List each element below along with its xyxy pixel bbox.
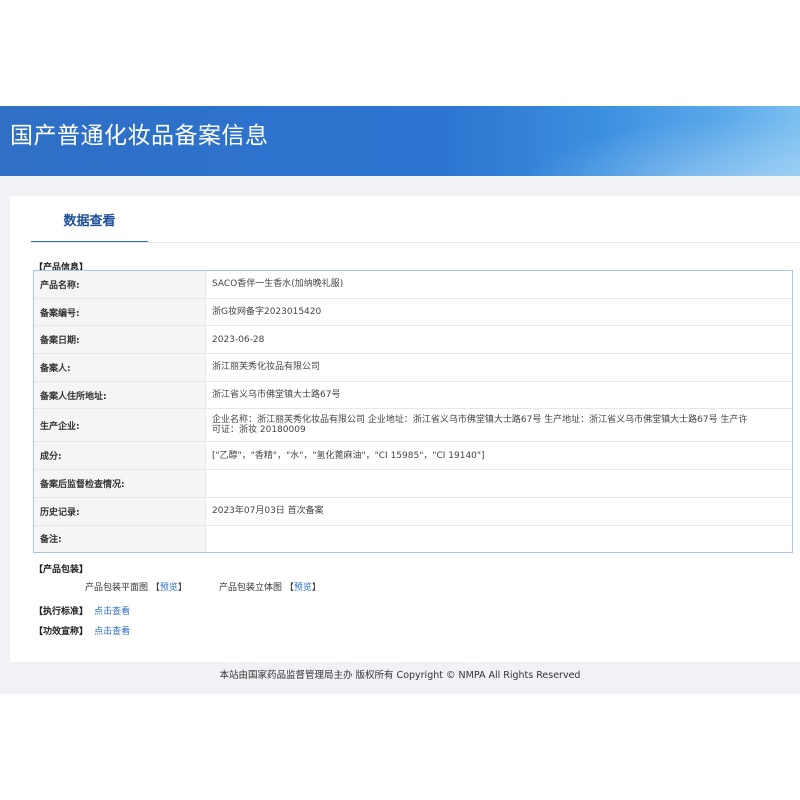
field-label: 产品名称: [34,271,206,298]
field-label: 历史记录: [34,497,206,525]
efficacy-heading: 【功效宣称】 点击查看 [34,624,130,637]
field-label: 备案人: [34,354,206,381]
field-value: 浙G妆网备字2023015420 [212,307,322,318]
table-row: 历史记录: 2023年07月03日 首次备案 [34,497,792,526]
field-label: 成分: [34,442,206,470]
field-value: SACO香伴一生香水(加纳晚礼服) [212,279,344,290]
bracket-open: 【 [150,583,160,593]
field-value: 2023年07月03日 首次备案 [212,506,324,517]
flat-package-label: 产品包装平面图 [85,583,149,593]
main-panel: 数据查看 【产品信息】 产品名称: SACO香伴一生香水(加纳晚礼服) 备案编号… [10,196,800,662]
field-label: 备案后监督检查情况: [34,470,206,497]
field-value: 2023-06-28 [212,334,265,345]
table-row: 备案日期: 2023-06-28 [34,326,792,355]
bracket-open: 【 [284,583,294,593]
field-label: 备案人住所地址: [34,381,206,409]
field-label: 备案日期: [34,326,206,354]
tab-divider [31,242,800,243]
standard-heading: 【执行标准】 点击查看 [34,604,130,617]
field-value: 浙江省义乌市佛堂镇大士路67号 [212,390,341,401]
field-label: 备案编号: [34,298,206,326]
field-label: 生产企业: [34,409,206,442]
table-row: 成分: ["乙醇"，"香精"，"水"，"氢化蓖麻油"，"CI 15985"，"C… [34,442,792,471]
page-title: 国产普通化妆品备案信息 [10,123,269,149]
standard-view-link[interactable]: 点击查看 [94,607,130,617]
field-label: 备注: [34,525,206,553]
solid-package-label: 产品包装立体图 [219,583,283,593]
standard-label: 【执行标准】 [34,607,89,617]
bracket-close: 】 [311,583,321,593]
bracket-close: 】 [177,583,187,593]
efficacy-view-link[interactable]: 点击查看 [94,627,130,637]
field-value: 浙江丽芙秀化妆品有限公司 [212,362,321,373]
packaging-heading: 【产品包装】 [34,565,89,575]
footer-copyright: 本站由国家药品监督管理局主办 版权所有 Copyright © NMPA All… [219,670,581,681]
table-row: 备案编号: 浙G妆网备字2023015420 [34,298,792,327]
table-row: 产品名称: SACO香伴一生香水(加纳晚礼服) [34,271,792,299]
table-row: 备案人住所地址: 浙江省义乌市佛堂镇大士路67号 [34,381,792,410]
product-info-table: 产品名称: SACO香伴一生香水(加纳晚礼服) 备案编号: 浙G妆网备字2023… [33,270,793,554]
banner-wave-decoration [480,106,800,176]
table-row: 生产企业: 企业名称：浙江丽芙秀化妆品有限公司 企业地址：浙江省义乌市佛堂镇大士… [34,409,792,443]
page-banner: 国产普通化妆品备案信息 [0,106,800,176]
field-value [206,526,792,553]
flat-package-item: 产品包装平面图 【预览】 [85,580,187,593]
flat-package-preview-link[interactable]: 预览 [160,583,178,593]
solid-package-item: 产品包装立体图 【预览】 [219,580,321,593]
table-row: 备注: [34,525,792,553]
field-value: ["乙醇"，"香精"，"水"，"氢化蓖麻油"，"CI 15985"，"CI 19… [212,450,485,461]
table-row: 备案后监督检查情况: [34,470,792,498]
efficacy-label: 【功效宣称】 [34,627,89,637]
table-row: 备案人: 浙江丽芙秀化妆品有限公司 [34,354,792,382]
tab-data-view[interactable]: 数据查看 [31,208,148,243]
field-value: 企业名称：浙江丽芙秀化妆品有限公司 企业地址：浙江省义乌市佛堂镇大士路67号 生… [212,415,748,436]
solid-package-preview-link[interactable]: 预览 [294,583,312,593]
field-value [206,470,792,497]
